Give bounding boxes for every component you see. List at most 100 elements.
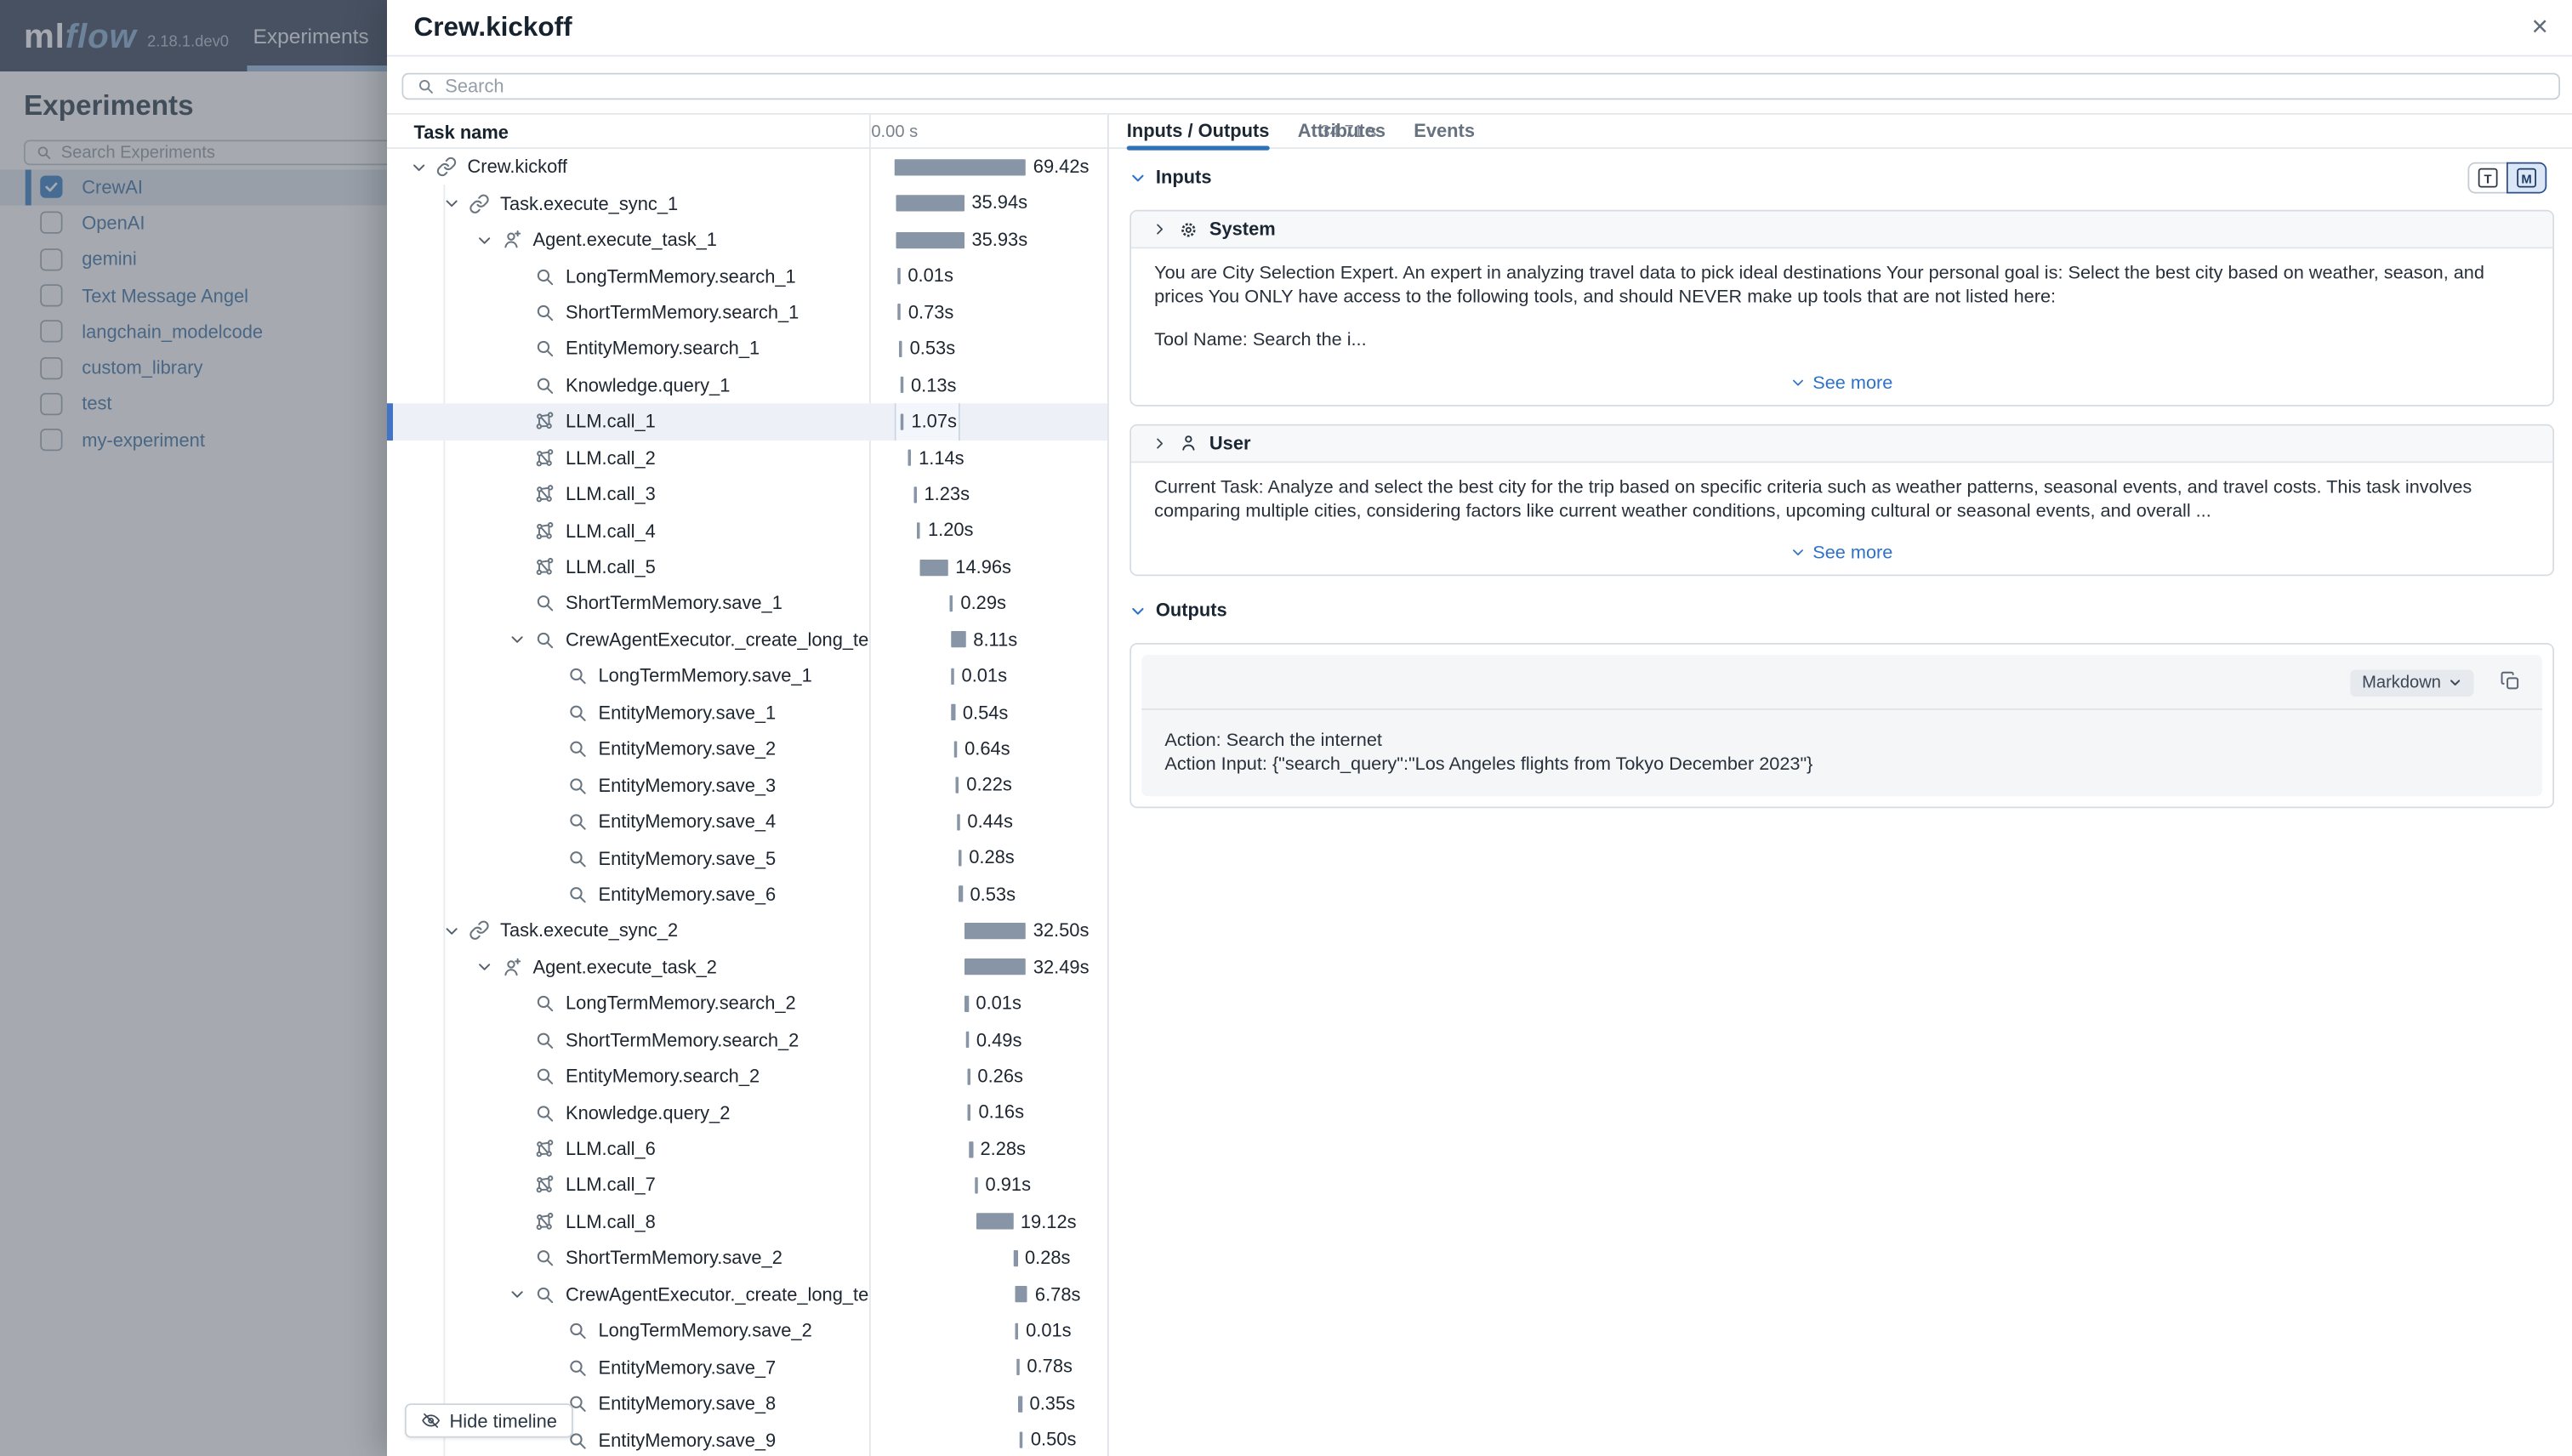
format-selector-dropdown[interactable]: Markdown [2350,670,2473,697]
duration-label: 0.54s [963,694,1009,731]
message-card-header[interactable]: System [1130,212,2552,249]
selected-row-accent [387,403,393,440]
duration-bar [969,1140,973,1157]
span-name: LLM.call_3 [566,484,656,505]
span-row-crewagentexecutor-create-long-term-memory[interactable]: CrewAgentExecutor._create_long_term_memo… [387,622,1107,658]
span-row-llm-call-2[interactable]: LLM.call_21.14s [387,440,1107,476]
expand-chevron[interactable] [444,923,460,939]
tab-inputs-outputs[interactable]: Inputs / Outputs [1127,115,1270,148]
expand-chevron[interactable] [476,231,492,247]
span-row-longtermmemory-save-1[interactable]: LongTermMemory.save_10.01s [387,658,1107,695]
trace-search-input[interactable]: Search [402,72,2561,100]
duration-label: 35.94s [971,185,1027,222]
tab-attributes[interactable]: Attributes [1298,115,1386,148]
span-name: ShortTermMemory.search_2 [566,1030,799,1051]
duration-label: 0.49s [976,1021,1022,1058]
expand-chevron[interactable] [411,159,427,175]
span-row-llm-call-8[interactable]: LLM.call_819.12s [387,1203,1107,1240]
span-name: ShortTermMemory.save_1 [566,593,782,614]
duration-label: 0.35s [1030,1385,1076,1422]
duration-bar [1015,1286,1027,1302]
span-row-entitymemory-save-1[interactable]: EntityMemory.save_10.54s [387,694,1107,731]
span-row-entitymemory-save-3[interactable]: EntityMemory.save_30.22s [387,767,1107,804]
span-row-knowledge-query-1[interactable]: Knowledge.query_10.13s [387,367,1107,404]
span-row-shorttermmemory-save-1[interactable]: ShortTermMemory.save_10.29s [387,585,1107,622]
duration-bar [951,632,966,648]
see-more-link[interactable]: See more [1154,372,2529,393]
markdown-view-button[interactable]: M [2507,162,2546,194]
span-row-crewagentexecutor-create-long-term-memory[interactable]: CrewAgentExecutor._create_long_term_memo… [387,1277,1107,1313]
span-rows: Crew.kickoff69.42sTask.execute_sync_135.… [387,149,1107,1456]
llm-icon [534,1175,555,1197]
chevron-right-icon [1152,222,1167,237]
span-row-longtermmemory-save-2[interactable]: LongTermMemory.save_20.01s [387,1313,1107,1350]
duration-label: 0.28s [969,840,1015,877]
span-timeline-cell: 0.28s [869,1240,1107,1277]
span-row-entitymemory-save-4[interactable]: EntityMemory.save_40.44s [387,804,1107,840]
span-timeline-cell: 14.96s [869,549,1107,585]
span-name: LLM.call_4 [566,520,656,542]
span-row-entitymemory-search-2[interactable]: EntityMemory.search_20.26s [387,1058,1107,1095]
retriever-icon [534,1248,555,1269]
span-timeline-cell: 0.54s [869,694,1107,731]
span-row-task-execute-sync-2[interactable]: Task.execute_sync_232.50s [387,913,1107,949]
expand-chevron[interactable] [444,196,460,212]
span-row-entitymemory-save-2[interactable]: EntityMemory.save_20.64s [387,731,1107,767]
expand-chevron[interactable] [509,632,526,648]
span-row-task-execute-sync-1[interactable]: Task.execute_sync_135.94s [387,185,1107,222]
message-card-user: UserCurrent Task: Analyze and select the… [1129,424,2554,576]
copy-icon[interactable] [2499,670,2521,692]
gear-icon [1178,219,1198,239]
span-row-entitymemory-save-6[interactable]: EntityMemory.save_6 0.53s [387,876,1107,913]
trace-title: Crew.kickoff [414,12,572,43]
span-row-longtermmemory-search-2[interactable]: LongTermMemory.search_20.01s [387,986,1107,1022]
retriever-icon [534,338,555,360]
retriever-icon [567,848,589,869]
span-timeline-cell: 1.07s [869,403,1107,440]
duration-bar [919,559,947,575]
span-row-knowledge-query-2[interactable]: Knowledge.query_20.16s [387,1095,1107,1131]
span-timeline-cell: 0.53s [869,876,1107,913]
inputs-section-header[interactable]: Inputs TM [1129,162,2554,192]
span-row-longtermmemory-search-1[interactable]: LongTermMemory.search_10.01s [387,258,1107,294]
span-timeline-cell: 0.22s [869,767,1107,804]
outputs-section-header[interactable]: Outputs [1129,595,2554,625]
span-row-llm-call-4[interactable]: LLM.call_41.20s [387,513,1107,549]
expand-chevron[interactable] [509,1286,526,1302]
detail-tabs: Inputs / Outputs Attributes Events [1109,115,2572,149]
see-more-link[interactable]: See more [1154,542,2529,563]
span-name: LLM.call_2 [566,447,656,469]
span-row-entitymemory-save-5[interactable]: EntityMemory.save_50.28s [387,840,1107,877]
span-row-entitymemory-save-7[interactable]: EntityMemory.save_70.78s [387,1349,1107,1385]
close-icon[interactable]: × [2532,0,2548,57]
duration-bar [899,341,902,357]
span-row-llm-call-1[interactable]: LLM.call_11.07s [387,403,1107,440]
duration-label: 0.13s [911,367,957,404]
message-card-header[interactable]: User [1130,425,2552,463]
span-row-llm-call-3[interactable]: LLM.call_31.23s [387,476,1107,513]
span-row-llm-call-7[interactable]: LLM.call_70.91s [387,1167,1107,1203]
span-row-crew-kickoff[interactable]: Crew.kickoff69.42s [387,149,1107,185]
span-row-entitymemory-search-1[interactable]: EntityMemory.search_10.53s [387,331,1107,367]
text-view-button[interactable]: T [2468,162,2508,194]
span-row-shorttermmemory-save-2[interactable]: ShortTermMemory.save_20.28s [387,1240,1107,1277]
duration-label: 0.53s [910,331,956,367]
span-row-shorttermmemory-search-2[interactable]: ShortTermMemory.search_2 0.49s [387,1021,1107,1058]
span-row-llm-call-6[interactable]: LLM.call_62.28s [387,1131,1107,1168]
span-row-agent-execute-task-1[interactable]: Agent.execute_task_135.93s [387,222,1107,259]
span-row-shorttermmemory-search-1[interactable]: ShortTermMemory.search_10.73s [387,294,1107,331]
duration-bar [913,486,917,503]
span-row-agent-execute-task-2[interactable]: Agent.execute_task_232.49s [387,949,1107,986]
chevron-down-icon [509,632,526,648]
hide-timeline-button[interactable]: Hide timeline [405,1403,573,1437]
span-timeline-cell: 0.01s [869,1313,1107,1350]
retriever-icon [567,811,589,833]
span-name: LongTermMemory.search_1 [566,265,796,287]
outputs-panel: Markdown Action: Search the internetActi… [1141,655,2542,796]
expand-chevron[interactable] [476,959,492,975]
span-name: EntityMemory.save_6 [599,884,777,905]
tab-events[interactable]: Events [1414,115,1475,148]
user-icon [1178,434,1198,453]
span-row-llm-call-5[interactable]: LLM.call_514.96s [387,549,1107,585]
message-body: Current Task: Analyze and select the bes… [1130,463,2552,574]
